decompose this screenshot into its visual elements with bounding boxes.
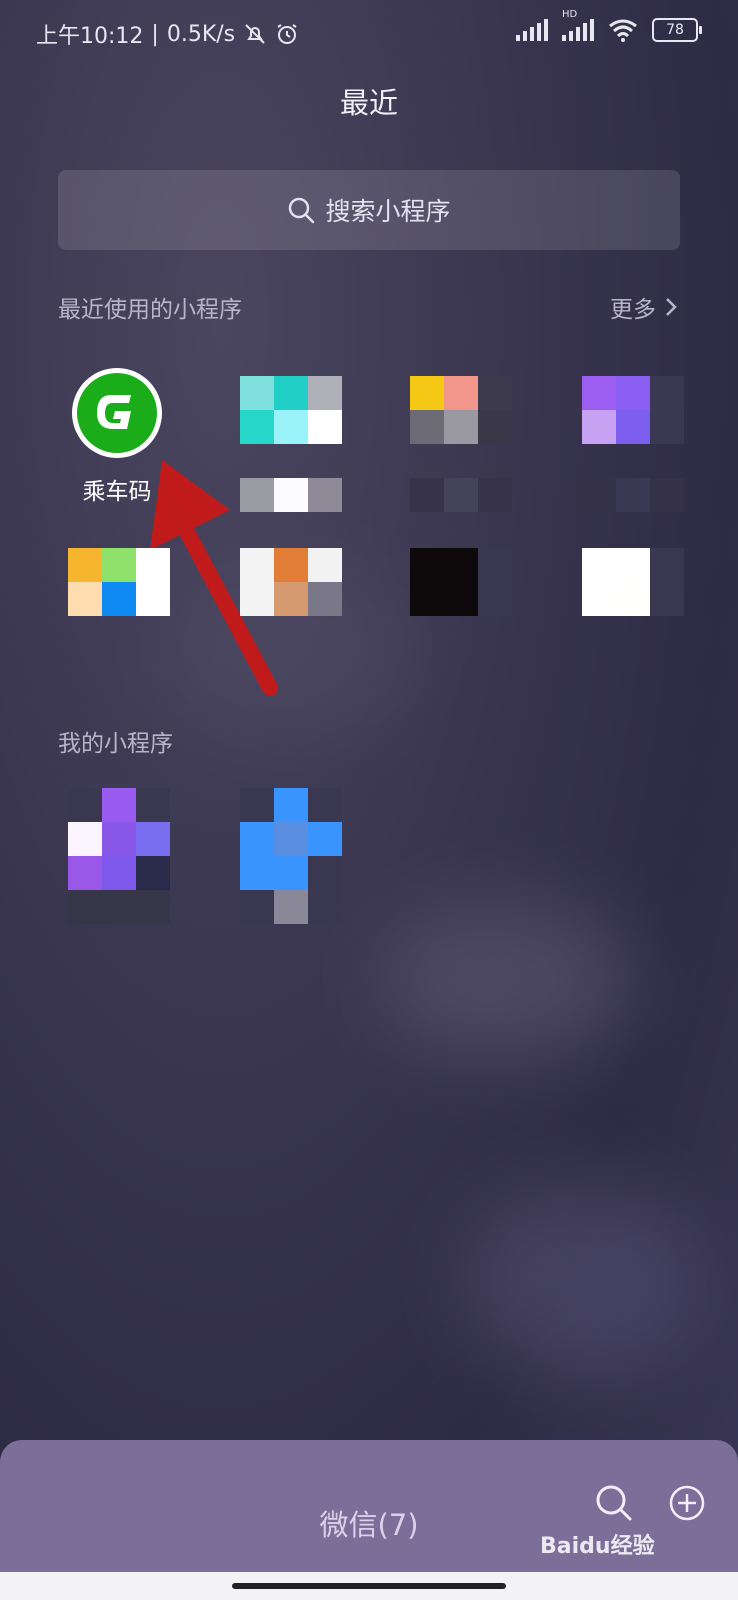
search-icon[interactable] [595,1484,633,1522]
battery-level: 78 [666,22,684,38]
baidu-watermark: Baidu经验 [540,1534,655,1559]
mini-program-tile[interactable] [68,788,170,924]
status-left: 上午10:12 | 0.5K/s [36,18,299,50]
mini-program-tile[interactable] [240,548,342,616]
signal-icon [516,19,548,41]
status-separator: | [151,21,159,47]
signal-hd-group: HD [562,9,594,41]
mini-program-tile-caption [410,478,512,512]
search-icon [289,197,315,224]
background-blur [380,900,640,1060]
mini-program-tile-caption [240,478,342,512]
mini-program-tile[interactable] [582,376,684,444]
home-indicator[interactable] [232,1583,506,1589]
page-title: 最近 [339,86,398,120]
search-label: 搜索小程序 [325,197,451,226]
wifi-icon [609,19,637,42]
add-icon[interactable] [668,1484,706,1522]
my-mini-programs-label: 我的小程序 [58,731,173,757]
more-label: 更多 [610,297,656,323]
status-bar: 上午10:12 | 0.5K/s HD 78 [0,0,738,64]
mini-program-tile[interactable] [410,548,512,616]
alarm-icon [277,24,297,44]
search-mini-program-button[interactable]: 搜索小程序 [58,170,680,250]
mini-program-tile[interactable] [240,376,342,444]
battery-icon: 78 [652,18,702,42]
mini-program-tile-caption [582,478,684,512]
signal-hd-icon [562,19,594,41]
mini-program-tile[interactable] [582,548,684,616]
network-speed: 0.5K/s [166,21,236,47]
mini-program-tile[interactable] [68,548,170,616]
ride-code-logo-icon [77,373,157,453]
more-button[interactable]: 更多 [610,290,678,324]
status-right: HD 78 [516,9,702,42]
status-time: 上午10:12 [36,24,144,49]
recent-section-label: 最近使用的小程序 [58,297,242,323]
mute-bell-icon [245,24,265,44]
ride-code-app-icon[interactable] [72,368,162,458]
mini-program-tile[interactable] [410,376,512,444]
chevron-right-icon [666,298,677,316]
background-blur [460,1180,700,1380]
hd-label: HD [562,9,578,20]
mini-program-tile[interactable] [240,788,342,924]
